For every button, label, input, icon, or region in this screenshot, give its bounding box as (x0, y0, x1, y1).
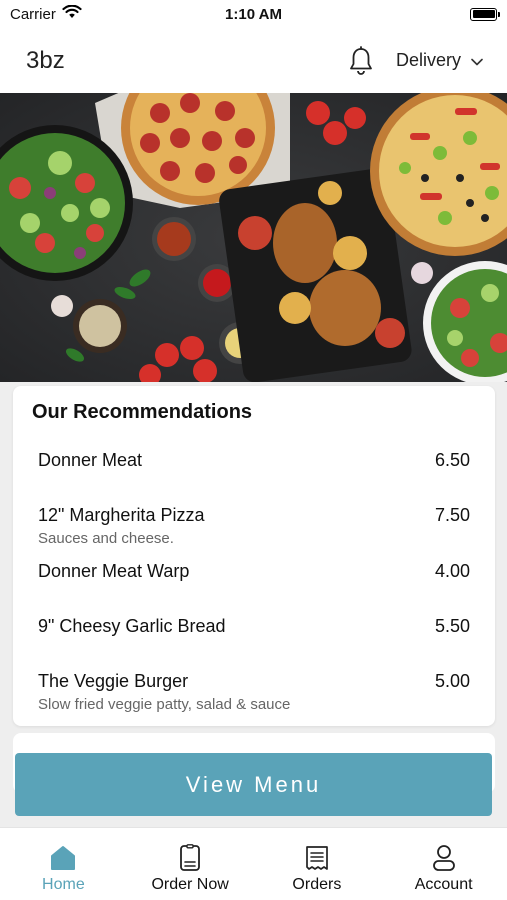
app-header: 3bz Delivery (0, 28, 507, 93)
tab-account[interactable]: Account (380, 828, 507, 900)
status-left: Carrier (10, 4, 82, 23)
chevron-down-icon (471, 50, 483, 71)
tab-order-now[interactable]: Order Now (127, 828, 254, 900)
item-name: Donner Meat Warp (38, 561, 190, 581)
battery-icon (470, 7, 500, 21)
item-name: The Veggie Burger (38, 671, 189, 691)
order-sheet-icon (179, 843, 201, 873)
status-bar: Carrier 1:10 AM (0, 0, 507, 28)
item-description: Slow fried veggie patty, salad & sauce (38, 696, 291, 713)
item-price: 5.00 (434, 671, 470, 691)
tab-label: Home (42, 876, 85, 893)
tab-home[interactable]: Home (0, 828, 127, 900)
bell-icon[interactable] (346, 45, 376, 77)
recommendation-item[interactable]: 12" Margherita Pizza 7.50 Sauces and che… (38, 505, 470, 547)
recommendation-item[interactable]: 9" Cheesy Garlic Bread 5.50 (38, 616, 470, 637)
carrier-label: Carrier (10, 5, 56, 23)
item-name: 9" Cheesy Garlic Bread (38, 616, 226, 636)
bottom-tab-bar: Home Order Now Orders Account (0, 827, 507, 900)
item-name: 12" Margherita Pizza (38, 505, 205, 525)
item-price: 7.50 (434, 505, 470, 525)
item-price: 4.00 (434, 561, 470, 581)
item-price: 6.50 (434, 450, 470, 470)
brand-name: 3bz (26, 46, 65, 74)
delivery-mode-label: Delivery (395, 50, 461, 70)
delivery-mode-select[interactable]: Delivery (396, 50, 483, 71)
view-menu-button[interactable]: View Menu (15, 753, 492, 816)
receipt-icon (305, 843, 329, 873)
home-icon (50, 843, 76, 873)
wifi-icon (62, 4, 82, 23)
header-actions: Delivery (346, 45, 483, 77)
recommendation-item[interactable]: The Veggie Burger 5.00 Slow fried veggie… (38, 671, 470, 713)
recommendation-item[interactable]: Donner Meat Warp 4.00 (38, 561, 470, 582)
recommendations-title: Our Recommendations (32, 401, 253, 423)
item-price: 5.50 (434, 616, 470, 636)
recommendations-card: Our Recommendations Donner Meat 6.50 12"… (13, 386, 495, 726)
tab-label: Account (414, 876, 473, 893)
tab-label: Order Now (151, 876, 229, 893)
account-icon (432, 843, 456, 873)
item-description: Sauces and cheese. (38, 530, 174, 547)
item-name: Donner Meat (38, 450, 143, 470)
recommendation-item[interactable]: Donner Meat 6.50 (38, 450, 470, 471)
hero-food-image (0, 93, 507, 382)
tab-orders[interactable]: Orders (254, 828, 381, 900)
tab-label: Orders (292, 876, 342, 893)
